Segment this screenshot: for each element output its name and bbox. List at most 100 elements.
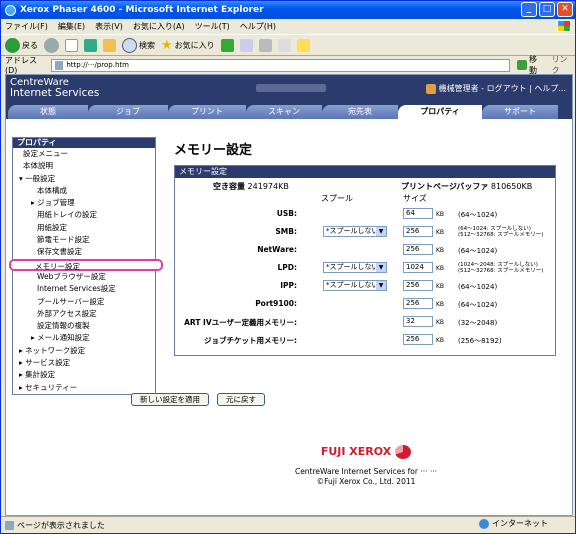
apply-button[interactable]: 新しい設定を適用 xyxy=(131,393,209,406)
footer-copyright: ©Fuji Xerox Co., Ltd. 2011 xyxy=(316,477,416,486)
home-icon[interactable] xyxy=(103,38,116,52)
minimize-button[interactable]: _ xyxy=(521,2,537,17)
size-input[interactable]: 32 xyxy=(403,316,433,327)
address-input[interactable]: http://···/prop.htm xyxy=(51,58,511,72)
size-input[interactable]: 256 xyxy=(403,298,433,309)
buffer-value: 810650KB xyxy=(490,182,533,191)
edit-icon[interactable] xyxy=(277,38,291,52)
mail-icon[interactable] xyxy=(239,38,253,52)
tab-jobs[interactable]: ジョブ xyxy=(88,105,168,119)
sidebar-item-services[interactable]: ▸ サービス設定 xyxy=(13,357,155,369)
sidebar-item-accounting[interactable]: ▸ 集計設定 xyxy=(13,369,155,381)
memory-row: LPD: *スプールしない ▼ 1024 KB (1024〜2048: スプールしない)(… xyxy=(175,259,555,277)
size-input[interactable]: 1024 xyxy=(403,262,433,273)
windows-logo-icon xyxy=(557,20,571,32)
favorites-button[interactable]: ★ お気に入り xyxy=(161,38,215,53)
range-hint: (32〜2048) xyxy=(458,319,498,327)
spool-select[interactable]: *スプールしない ▼ xyxy=(323,280,387,291)
back-button[interactable]: 戻る xyxy=(5,37,38,53)
size-input[interactable]: 256 xyxy=(403,226,433,237)
size-input[interactable]: 256 xyxy=(403,334,433,345)
footer-line1: CentreWare Internet Services for ··· ··· xyxy=(294,467,438,476)
xerox-mark-icon xyxy=(395,445,412,459)
unit-label: KB xyxy=(436,337,445,344)
row-label: USB: xyxy=(276,209,297,218)
spool-select[interactable]: *スプールしない ▼ xyxy=(323,262,387,273)
tab-print[interactable]: プリント xyxy=(168,105,246,119)
sidebar-item-paper-tray[interactable]: 用紙トレイの設定 xyxy=(13,209,155,221)
stop-icon[interactable] xyxy=(65,38,78,52)
menu-item-1[interactable]: 編集(E) xyxy=(58,21,85,32)
sidebar-item-stored-docs[interactable]: 保存文書設定 xyxy=(13,246,155,258)
tab-status[interactable]: 状態 xyxy=(8,105,88,119)
security-zone: インターネット xyxy=(479,518,548,529)
back-arrow-icon xyxy=(5,37,20,53)
unit-label: KB xyxy=(436,247,445,254)
action-buttons: 新しい設定を適用 元に戻す xyxy=(6,393,390,406)
unit-label: KB xyxy=(436,229,445,236)
search-button[interactable]: 検索 xyxy=(122,37,155,53)
memory-row: ART IVユーザー定義用メモリー: 32 KB (32〜2048) xyxy=(175,313,555,331)
forward-button[interactable] xyxy=(44,37,59,53)
range-hint-2: (512〜32768: スプールメモリー) xyxy=(458,268,544,274)
messenger-icon[interactable] xyxy=(296,38,310,52)
sidebar-item-web-browser[interactable]: Webブラウザー設定 xyxy=(13,271,155,283)
row-label: IPP: xyxy=(280,281,297,290)
sidebar-item-power-saver[interactable]: 節電モード設定 xyxy=(13,234,155,246)
print-icon[interactable] xyxy=(258,38,272,52)
search-icon xyxy=(122,37,137,53)
menu-item-3[interactable]: お気に入り(A) xyxy=(133,21,185,32)
row-label: Port9100: xyxy=(255,299,297,308)
sidebar-item-configuration[interactable]: 本体構成 xyxy=(13,185,155,197)
reset-button[interactable]: 元に戻す xyxy=(217,393,265,406)
menu-item-4[interactable]: ツール(T) xyxy=(195,21,230,32)
range-hint-2: (512〜32768: スプールメモリー) xyxy=(458,232,544,238)
sidebar-item-job-management[interactable]: ▸ ジョブ管理 xyxy=(13,197,155,209)
menu-item-5[interactable]: ヘルプ(H) xyxy=(240,21,276,32)
page-status-icon xyxy=(5,520,14,530)
refresh-icon[interactable] xyxy=(84,38,97,52)
tab-properties[interactable]: プロパティ xyxy=(398,105,482,119)
maximize-button[interactable]: □ xyxy=(539,2,555,17)
sidebar-item-network[interactable]: ▸ ネットワーク設定 xyxy=(13,345,155,357)
memory-row: NetWare: 256 KB (64〜1024) xyxy=(175,241,555,259)
go-button[interactable]: 移動 xyxy=(517,54,544,76)
links-label[interactable]: リンク xyxy=(552,54,575,76)
size-input[interactable]: 256 xyxy=(403,244,433,255)
tab-address-book[interactable]: 宛先表 xyxy=(322,105,398,119)
sidebar-item-pool-server[interactable]: プールサーバー設定 xyxy=(13,296,155,308)
main-content: メモリー設定 メモリー設定 空き容量 241974KB プリントページバッファ … xyxy=(174,137,558,356)
spool-select[interactable]: *スプールしない ▼ xyxy=(323,226,387,237)
sidebar-item-clone[interactable]: 設定情報の複製 xyxy=(13,320,155,332)
tab-scan[interactable]: スキャン xyxy=(246,105,322,119)
range-hint: (256〜8192) xyxy=(458,337,502,345)
close-button[interactable]: ✕ xyxy=(557,2,573,17)
size-input[interactable]: 256 xyxy=(403,280,433,291)
sidebar-item-paper[interactable]: 用紙設定 xyxy=(13,222,155,234)
sidebar-item-general[interactable]: ▾ 一般設定 xyxy=(13,173,155,185)
buffer-label: プリントページバッファ xyxy=(401,182,489,191)
brand: CentreWare Internet Services xyxy=(10,77,100,99)
toolbar: 戻る 検索 ★ お気に入り xyxy=(1,34,575,56)
sidebar-item-internet-services[interactable]: Internet Services設定 xyxy=(13,283,155,295)
size-input[interactable]: 64 xyxy=(403,208,433,219)
globe-icon xyxy=(479,518,489,529)
sidebar-item-external-access[interactable]: 外部アクセス設定 xyxy=(13,308,155,320)
sidebar-item-memory[interactable]: メモリー設定 xyxy=(9,258,163,271)
sidebar-item-description[interactable]: 本体説明 xyxy=(13,160,155,172)
row-label: ART IVユーザー定義用メモリー: xyxy=(184,318,297,327)
menu-bar: ファイル(F) 編集(E) 表示(V) お気に入り(A) ツール(T) ヘルプ(H) xyxy=(1,19,575,33)
menu-item-2[interactable]: 表示(V) xyxy=(95,21,123,32)
memory-row: IPP: *スプールしない ▼ 256 KB (64〜1024) xyxy=(175,277,555,295)
page-viewport: CentreWare Internet Services 機械管理者 - ログア… xyxy=(5,74,573,516)
tab-support[interactable]: サポート xyxy=(482,105,558,119)
sidebar-item-settings-menu[interactable]: 設定メニュー xyxy=(13,148,155,160)
memory-row: ジョブチケット用メモリー: 256 KB (256〜8192) xyxy=(175,331,555,349)
user-menu[interactable]: 機械管理者 - ログアウト | ヘルプ... xyxy=(425,83,566,94)
history-icon[interactable] xyxy=(220,38,234,52)
col-spool: スプール xyxy=(321,194,353,203)
menu-item-0[interactable]: ファイル(F) xyxy=(5,21,48,32)
fuji-xerox-logo: FUJI XEROX xyxy=(174,445,558,459)
sidebar-item-mail-notify[interactable]: ▸ メール通知設定 xyxy=(13,332,155,344)
unit-label: KB xyxy=(436,211,445,218)
